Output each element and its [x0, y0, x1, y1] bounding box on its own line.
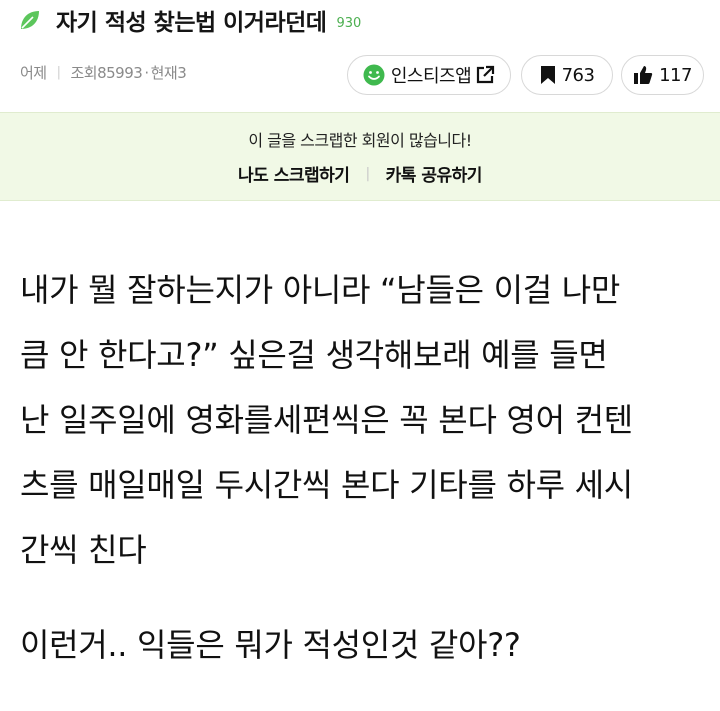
body-closing-line: 이런거.. 익들은 뭐가 적성인것 같아?? — [20, 626, 521, 664]
smiley-icon — [363, 64, 385, 86]
post-title-row: 자기 적성 찾는법 이거라던데 930 — [18, 0, 361, 40]
post-date: 어제 — [20, 64, 47, 82]
bookmark-button[interactable]: 763 — [521, 55, 613, 95]
like-button[interactable]: 117 — [621, 55, 704, 95]
scrap-banner: 이 글을 스크랩한 회원이 많습니다! 나도 스크랩하기 | 카톡 공유하기 — [0, 112, 720, 201]
body-line: 큼 안 한다고?” 싶은걸 생각해보래 예를 들면 — [20, 336, 608, 374]
like-count: 117 — [659, 64, 692, 86]
external-link-icon — [475, 65, 495, 85]
current-viewers: 현재3 — [150, 64, 187, 82]
scrap-divider: | — [365, 165, 370, 182]
scrap-actions: 나도 스크랩하기 | 카톡 공유하기 — [0, 161, 720, 187]
body-line: 츠를 매일매일 두시간씩 본다 기타를 하루 세시 — [20, 466, 633, 504]
instiz-app-label: 인스티즈앱 — [390, 66, 472, 87]
instiz-app-button[interactable]: 인스티즈앱 — [347, 55, 511, 95]
view-count: 조회85993 — [70, 64, 143, 82]
post-meta: 어제 | 조회85993 · 현재3 — [20, 62, 187, 83]
meta-dot: · — [144, 63, 149, 82]
title-count: 930 — [336, 15, 362, 31]
scrap-message: 이 글을 스크랩한 회원이 많습니다! — [248, 131, 472, 150]
thumbs-up-icon — [633, 65, 653, 85]
bookmark-icon — [540, 65, 556, 85]
kakao-share-button[interactable]: 카톡 공유하기 — [386, 161, 483, 186]
leaf-icon — [18, 8, 42, 32]
post-body: 내가 뭘 잘하는지가 아니라 “남들은 이걸 나만 큼 안 한다고?” 싶은걸 … — [20, 258, 710, 678]
body-line: 간씩 친다 — [20, 531, 147, 569]
body-line: 난 일주일에 영화를세편씩은 꼭 본다 영어 컨텐 — [20, 401, 633, 439]
post-title: 자기 적성 찾는법 이거라던데 — [56, 10, 327, 36]
body-line: 내가 뭘 잘하는지가 아니라 “남들은 이걸 나만 — [20, 271, 621, 309]
bookmark-count: 763 — [561, 64, 595, 86]
meta-divider: | — [56, 65, 61, 80]
scrap-button[interactable]: 나도 스크랩하기 — [238, 161, 350, 186]
